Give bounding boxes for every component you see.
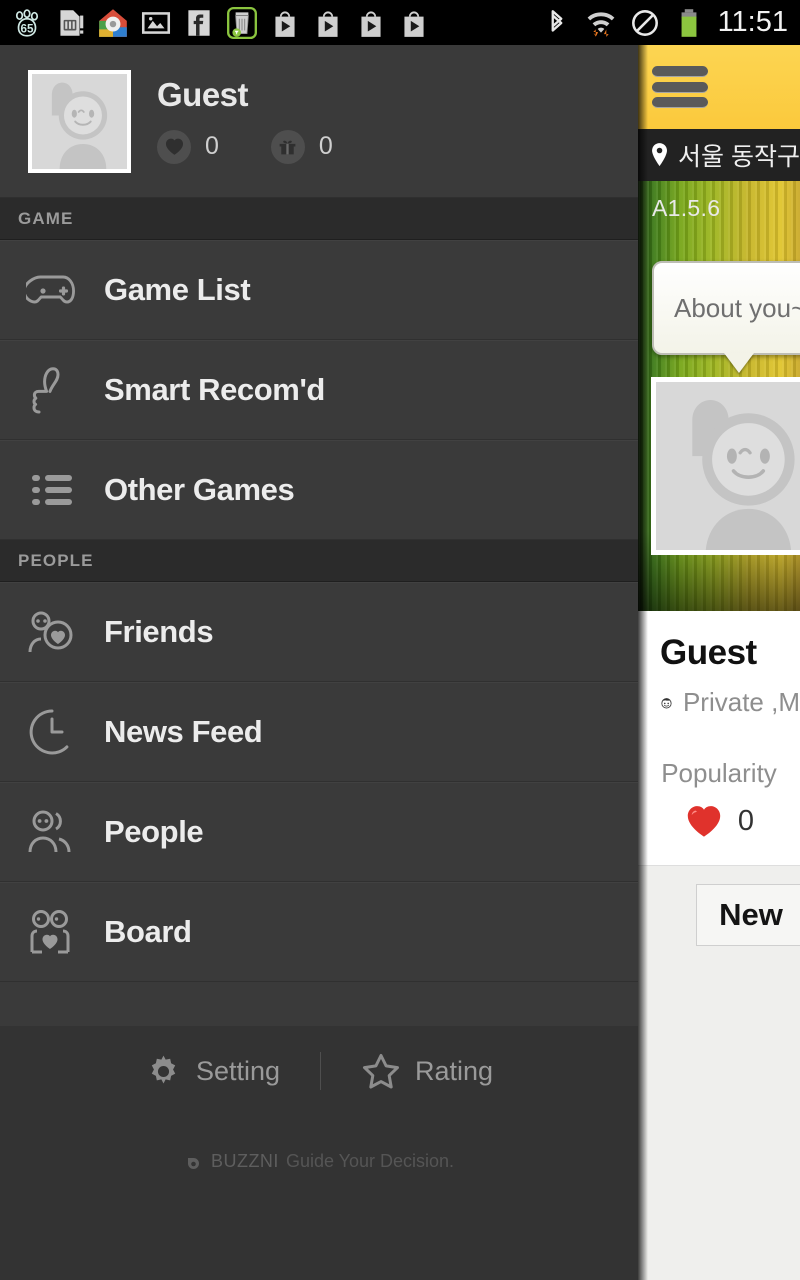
facebook-icon <box>188 9 210 36</box>
stat-likes[interactable]: 0 <box>157 129 219 164</box>
clock-icon <box>22 706 82 758</box>
guest-avatar-glyph <box>692 400 795 550</box>
people-icon <box>22 806 82 858</box>
speech-bubble-text: About you~ <box>674 292 800 323</box>
rating-button[interactable]: Rating <box>361 1052 493 1090</box>
profile-sub-row: Private ,M <box>660 687 800 718</box>
hamburger-menu-icon[interactable] <box>652 66 708 108</box>
sidebar-item-board[interactable]: Board <box>0 882 638 982</box>
play-store-icon <box>404 10 424 37</box>
profile-info-card: Guest Private ,M Popularity 0 <box>638 611 800 865</box>
section-header-people-label: PEOPLE <box>18 550 94 570</box>
thumbs-up-icon <box>22 364 82 416</box>
section-header-game: GAME <box>0 198 638 240</box>
popularity-value: 0 <box>737 804 755 837</box>
footer-divider <box>320 1052 321 1090</box>
battery-icon <box>681 8 697 37</box>
navigation-drawer: Guest 0 0 GAME Game List Smart Recom'd O… <box>0 45 638 1280</box>
setting-label: Setting <box>195 1055 280 1086</box>
brand-name: BUZZNI <box>210 1150 279 1171</box>
content-tab-strip: New <box>638 865 800 965</box>
profile-sub-text: Private ,M <box>682 687 800 717</box>
status-bar-notification-icons: 65 <box>0 6 540 40</box>
stat-gifts[interactable]: 0 <box>270 129 333 164</box>
hero-banner: A1.5.6 About you~ <box>638 181 800 611</box>
content-profile-name: Guest <box>660 633 757 672</box>
play-store-icon <box>361 10 381 37</box>
sidebar-item-news-feed-label: News Feed <box>104 713 263 749</box>
popularity-label: Popularity <box>661 758 777 788</box>
play-store-icon <box>318 10 338 37</box>
section-header-game-label: GAME <box>18 208 74 228</box>
main-content-panel: 서울 동작구 A1.5.6 About you~ Guest Private ,… <box>638 45 800 1280</box>
heart-icon <box>687 806 721 837</box>
brand-tagline: Guide Your Decision. <box>285 1150 455 1171</box>
speech-bubble-tip <box>724 353 754 373</box>
stat-likes-value: 0 <box>205 132 219 161</box>
sidebar-item-other-games[interactable]: Other Games <box>0 440 638 540</box>
drawer-profile-header[interactable]: Guest 0 0 <box>0 45 638 198</box>
bullet-list-icon <box>22 464 82 516</box>
profile-stats: 0 0 <box>157 129 333 164</box>
popularity-row: 0 <box>660 803 778 839</box>
face-icon <box>661 697 672 709</box>
baidu-paw-icon: 65 <box>15 8 39 37</box>
speech-bubble: About you~ <box>652 261 800 355</box>
section-header-people: PEOPLE <box>0 540 638 582</box>
star-icon <box>363 1054 399 1089</box>
setting-button[interactable]: Setting <box>145 1053 280 1090</box>
trash-cleaner-icon <box>227 6 257 39</box>
sidebar-item-friends-label: Friends <box>104 613 214 649</box>
tab-new[interactable]: New <box>696 884 800 946</box>
location-pin-icon <box>652 143 667 167</box>
popularity-block: Popularity 0 <box>660 758 800 839</box>
status-bar: 65 11:51 <box>0 0 800 45</box>
sidebar-item-people[interactable]: People <box>0 782 638 882</box>
hero-avatar[interactable] <box>651 377 800 555</box>
footer-actions: Setting Rating <box>0 1026 638 1090</box>
play-store-icon <box>275 10 295 37</box>
sidebar-item-people-label: People <box>104 813 204 849</box>
drawer-profile-name: Guest <box>157 76 249 114</box>
buzzni-logo-icon <box>187 1151 199 1169</box>
phone-screen: 65 11:51 서울 동작구 A1.5.6 About you~ Guest … <box>0 0 800 1280</box>
status-bar-system-icons: 11:51 <box>540 6 800 40</box>
version-label: A1.5.6 <box>652 195 721 221</box>
gallery-image-icon <box>141 11 171 34</box>
guest-avatar-glyph <box>51 82 108 169</box>
gift-icon <box>270 129 305 164</box>
svg-text:65: 65 <box>21 22 34 35</box>
tab-new-label: New <box>719 897 783 932</box>
app-settings-house-icon <box>99 8 127 37</box>
sidebar-item-board-label: Board <box>104 913 192 949</box>
sim-card-alert-icon <box>60 9 84 36</box>
location-text: 서울 동작구 <box>678 143 800 171</box>
brand-footer: BUZZNI Guide Your Decision. <box>0 1150 638 1172</box>
gamepad-icon <box>22 264 82 316</box>
sidebar-item-other-games-label: Other Games <box>104 471 295 507</box>
board-people-heart-icon <box>22 906 82 958</box>
sidebar-item-friends[interactable]: Friends <box>0 582 638 682</box>
gear-icon <box>151 1055 176 1084</box>
sidebar-item-game-list[interactable]: Game List <box>0 240 638 340</box>
heart-icon <box>157 129 191 164</box>
sidebar-item-game-list-label: Game List <box>104 271 251 307</box>
bluetooth-icon <box>551 9 562 32</box>
sidebar-item-smart-recommend[interactable]: Smart Recom'd <box>0 340 638 440</box>
stat-gifts-value: 0 <box>318 132 333 161</box>
rating-label: Rating <box>415 1055 494 1086</box>
avatar[interactable] <box>28 69 131 173</box>
status-bar-clock: 11:51 <box>717 6 788 38</box>
do-not-disturb-icon <box>631 9 658 36</box>
sidebar-item-smart-recommend-label: Smart Recom'd <box>104 371 325 407</box>
app-bar <box>638 45 800 129</box>
location-bar[interactable]: 서울 동작구 <box>638 129 800 181</box>
drawer-footer: Setting Rating BUZZNI Guide Your Decisio… <box>0 1026 638 1280</box>
friends-heart-icon <box>22 606 82 658</box>
content-body <box>638 965 800 1280</box>
sidebar-item-news-feed[interactable]: News Feed <box>0 682 638 782</box>
wifi-data-transfer-icon <box>587 11 614 37</box>
